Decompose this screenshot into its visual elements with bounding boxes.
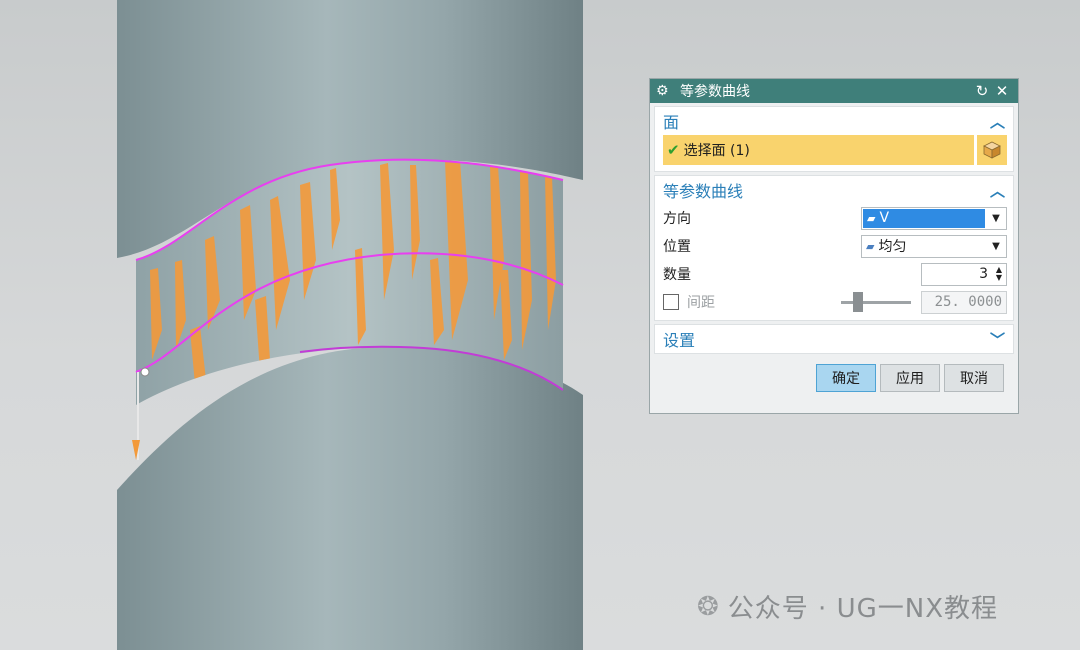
direction-select[interactable]: ▰ V ▼ <box>861 206 1007 230</box>
direction-value: V <box>879 210 890 226</box>
spacing-input[interactable]: 25. 0000 <box>921 290 1007 314</box>
settings-group-title: 设置 <box>663 331 696 350</box>
chevron-up-icon[interactable]: ︿ <box>990 111 1005 132</box>
uniform-icon: ▰ <box>866 239 875 253</box>
isocurve-group-header[interactable]: 等参数曲线 ︿ <box>655 176 1013 204</box>
apply-button[interactable]: 应用 <box>880 364 940 392</box>
settings-group-header[interactable]: 设置 ﹀ <box>655 325 1013 353</box>
position-label: 位置 <box>663 239 691 255</box>
wechat-icon: ❂ <box>697 591 720 622</box>
position-value: 均匀 <box>878 239 907 255</box>
chevron-down-icon[interactable]: ﹀ <box>990 329 1005 350</box>
watermark-text: 公众号 · UG一NX教程 <box>727 594 999 624</box>
spacing-slider[interactable] <box>841 292 911 312</box>
reset-icon[interactable]: ↻ <box>972 82 992 100</box>
face-group-header[interactable]: 面 ︿ <box>655 107 1013 135</box>
settings-group: 设置 ﹀ <box>654 324 1014 354</box>
spacing-label: 间距 <box>687 295 715 311</box>
isoparametric-curve-dialog: ⚙ 等参数曲线 ↻ ✕ 面 ︿ ✔ 选择面 (1) 等参数曲线 ︿ 方向 ▰ V… <box>649 78 1019 414</box>
close-icon[interactable]: ✕ <box>992 82 1012 100</box>
face-group-title: 面 <box>663 113 680 132</box>
count-value[interactable]: 3 <box>922 266 992 282</box>
stepper-arrows-icon[interactable]: ▲ ▼ <box>992 266 1006 282</box>
dialog-title: 等参数曲线 <box>680 84 750 100</box>
watermark: ❂ 公众号 · UG一NX教程 <box>697 588 998 625</box>
face-group: 面 ︿ ✔ 选择面 (1) <box>654 106 1014 172</box>
count-stepper[interactable]: 3 ▲ ▼ <box>921 262 1007 286</box>
direction-label: 方向 <box>663 211 691 227</box>
ok-button[interactable]: 确定 <box>816 364 876 392</box>
spacing-checkbox[interactable] <box>663 294 679 310</box>
check-icon: ✔ <box>667 141 680 159</box>
isocurve-group-title: 等参数曲线 <box>663 182 744 201</box>
face-filter-cube-icon[interactable] <box>977 135 1007 165</box>
gear-icon[interactable]: ⚙ <box>656 83 674 99</box>
lower-cylinder[interactable] <box>117 346 583 650</box>
position-select[interactable]: ▰ 均匀 ▼ <box>861 234 1007 258</box>
dialog-titlebar[interactable]: ⚙ 等参数曲线 ↻ ✕ <box>650 79 1018 103</box>
chevron-down-icon[interactable]: ▼ <box>986 241 1006 252</box>
select-face-field[interactable]: ✔ 选择面 (1) <box>663 135 974 165</box>
chevron-down-icon[interactable]: ▼ <box>986 213 1006 224</box>
cancel-button[interactable]: 取消 <box>944 364 1004 392</box>
slider-thumb[interactable] <box>853 292 863 312</box>
chevron-up-icon[interactable]: ︿ <box>990 180 1005 201</box>
direction-v-icon: ▰ <box>867 211 876 225</box>
isocurve-group: 等参数曲线 ︿ 方向 ▰ V ▼ 位置 ▰ 均匀 ▼ 数量 3 ▲ ▼ 间距 2… <box>654 175 1014 321</box>
count-label: 数量 <box>663 267 691 283</box>
select-face-label: 选择面 (1) <box>683 143 750 159</box>
